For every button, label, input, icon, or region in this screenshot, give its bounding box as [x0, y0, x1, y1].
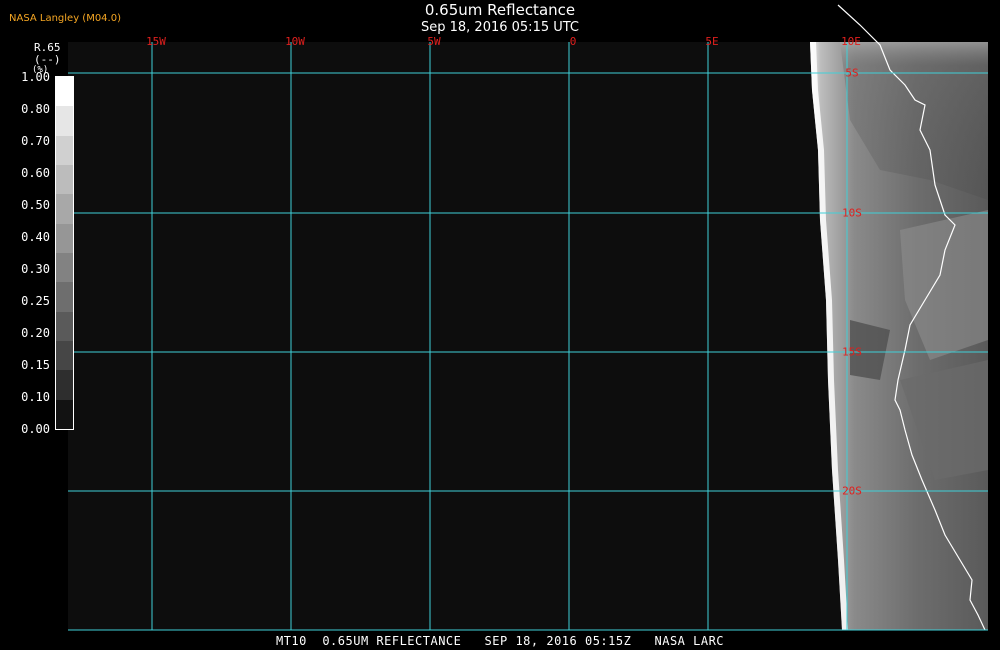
- colorbar-segment: [56, 194, 73, 224]
- longitude-label: 5E: [705, 35, 719, 48]
- colorbar-tick-label: 0.60: [21, 166, 50, 180]
- latitude-label: 20S: [842, 484, 862, 498]
- colorbar-segment: [56, 164, 73, 195]
- colorbar-tick-label: 0.20: [21, 326, 50, 340]
- colorbar-tick-label: 0.80: [21, 102, 50, 116]
- colorbar-tick-label: 0.15: [21, 358, 50, 372]
- colorbar-tick-label: 1.00: [21, 70, 50, 84]
- latitude-label: 5S: [845, 66, 859, 80]
- colorbar-tick-label: 0.50: [21, 198, 50, 212]
- latitude-label: 15S: [842, 345, 862, 359]
- longitude-label: 15W: [146, 35, 166, 48]
- colorbar: [55, 76, 74, 430]
- colorbar-segment: [56, 399, 73, 429]
- colorbar-segment: [56, 77, 73, 107]
- colorbar-segment: [56, 106, 73, 136]
- colorbar-tick-label: 0.30: [21, 262, 50, 276]
- timestamp: Sep 18, 2016 05:15 UTC: [420, 20, 580, 35]
- colorbar-segment: [56, 370, 73, 400]
- longitude-label: 0: [569, 35, 577, 48]
- footer-caption: MT10 0.65UM REFLECTANCE SEP 18, 2016 05:…: [275, 634, 725, 648]
- colorbar-segment: [56, 223, 73, 253]
- colorbar-tick-label: 0.10: [21, 390, 50, 404]
- satellite-map: [68, 4, 988, 631]
- colorbar-segment: [56, 311, 73, 341]
- colorbar-segment: [56, 252, 73, 283]
- colorbar-segment: [56, 282, 73, 312]
- latitude-label: 10S: [842, 206, 862, 220]
- colorbar-tick-label: 0.40: [21, 230, 50, 244]
- longitude-label: 10E: [841, 35, 861, 48]
- longitude-label: 10W: [285, 35, 305, 48]
- colorbar-tick-label: 0.70: [21, 134, 50, 148]
- colorbar-segment: [56, 340, 73, 371]
- colorbar-tick-label: 0.25: [21, 294, 50, 308]
- longitude-label: 5W: [427, 35, 441, 48]
- page-title: 0.65um Reflectance: [424, 1, 576, 19]
- colorbar-tick-label: 0.00: [21, 422, 50, 436]
- colorbar-segment: [56, 135, 73, 165]
